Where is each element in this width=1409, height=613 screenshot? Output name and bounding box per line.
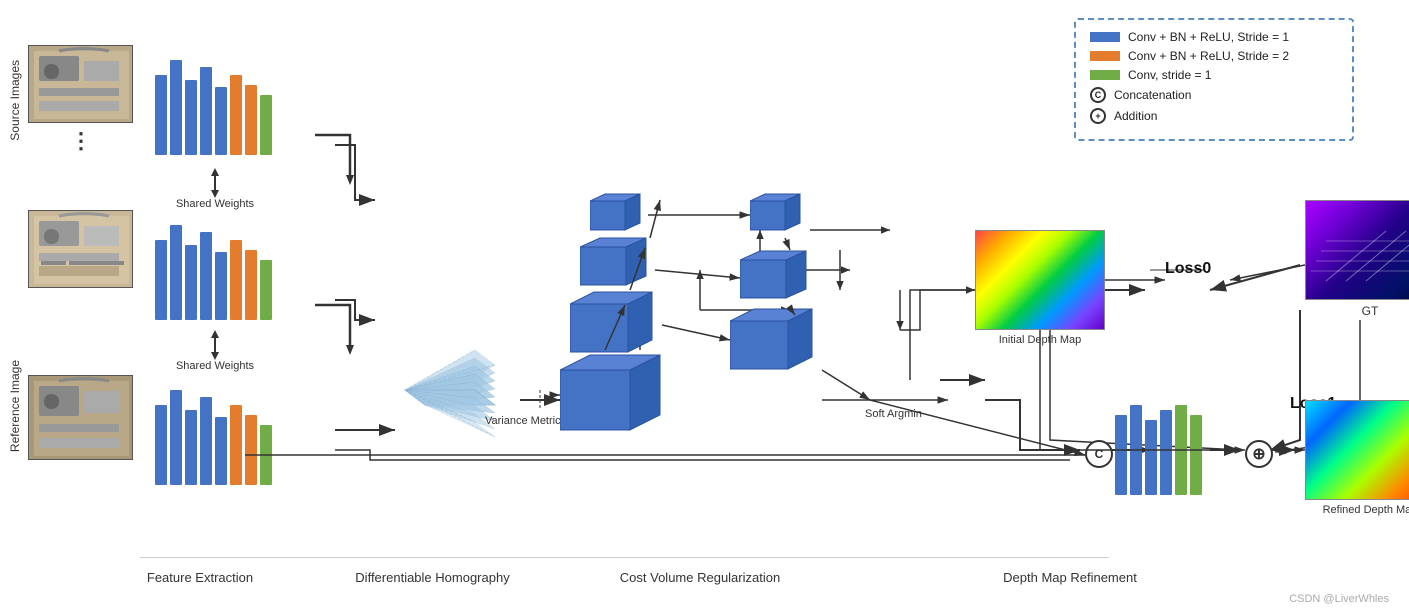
bend-arrow-1 [310,120,390,205]
shared-weights-2: Shared Weights [155,330,275,372]
source-image-1 [28,45,133,123]
initial-depth-map-container: Initial Depth Map [975,230,1105,346]
legend-item-3: Conv, stride = 1 [1090,68,1338,82]
separator-line [140,557,1109,558]
encoder-cube-1 [590,192,646,241]
shared-weights-1: Shared Weights [155,168,275,210]
concat-symbol: C [1085,440,1113,468]
decoder-cube-3 [730,305,820,382]
legend-box: Conv + BN + ReLU, Stride = 1 Conv + BN +… [1074,18,1354,141]
homography-fan [395,330,525,455]
diagram-container: Conv + BN + ReLU, Stride = 1 Conv + BN +… [0,0,1409,613]
legend-label-3: Conv, stride = 1 [1128,68,1211,82]
variance-metric-label: Variance Metric [485,415,561,427]
gt-container: GT [1305,200,1409,318]
gt-image [1305,200,1409,300]
depth-refinement-bars [1115,405,1202,495]
loss0-label: Loss0 [1165,260,1211,278]
add-symbol: ⊕ [1245,440,1273,468]
section-diff-homography: Differentiable Homography [350,570,515,585]
source-image-2 [28,210,133,288]
legend-item-2: Conv + BN + ReLU, Stride = 2 [1090,49,1338,63]
decoder-cube-1 [750,192,806,241]
legend-add-symbol: + [1090,108,1106,124]
section-feature-extraction: Feature Extraction [120,570,280,585]
legend-item-5: + Addition [1090,108,1338,124]
encoder-cube-3 [570,288,660,365]
decoder-cube-2 [740,248,812,311]
legend-item-1: Conv + BN + ReLU, Stride = 1 [1090,30,1338,44]
feature-bars-src2 [155,225,272,320]
legend-label-5: Addition [1114,109,1157,123]
section-cost-volume: Cost Volume Regularization [560,570,840,585]
legend-color-blue [1090,32,1120,42]
initial-depth-map [975,230,1105,330]
initial-depth-map-label: Initial Depth Map [975,334,1105,346]
legend-label-2: Conv + BN + ReLU, Stride = 2 [1128,49,1289,63]
legend-label-4: Concatenation [1114,88,1191,102]
legend-color-green [1090,70,1120,80]
legend-item-4: C Concatenation [1090,87,1338,103]
refined-depth-map-label: Refined Depth Map [1305,504,1409,516]
reference-image [28,375,133,460]
watermark: CSDN @LiverWhles [1289,593,1389,605]
legend-concat-symbol: C [1090,87,1106,103]
shared-weights-label-1: Shared Weights [176,198,254,210]
refined-depth-map-container: Refined Depth Map [1305,400,1409,516]
section-depth-refinement: Depth Map Refinement [960,570,1180,585]
soft-argmin-label: Soft Argmin [865,408,922,420]
shared-weights-label-2: Shared Weights [176,360,254,372]
feature-bars-src1 [155,60,272,155]
encoder-cube-2 [580,235,652,298]
bend-arrow-2 [310,290,390,375]
reference-image-label: Reference Image [8,360,22,452]
legend-label-1: Conv + BN + ReLU, Stride = 1 [1128,30,1289,44]
dots: ⋮ [70,128,92,154]
gt-label: GT [1305,304,1409,318]
refined-depth-map [1305,400,1409,500]
source-images-label: Source Images [8,60,22,141]
legend-color-orange [1090,51,1120,61]
feature-bars-ref [155,390,272,485]
